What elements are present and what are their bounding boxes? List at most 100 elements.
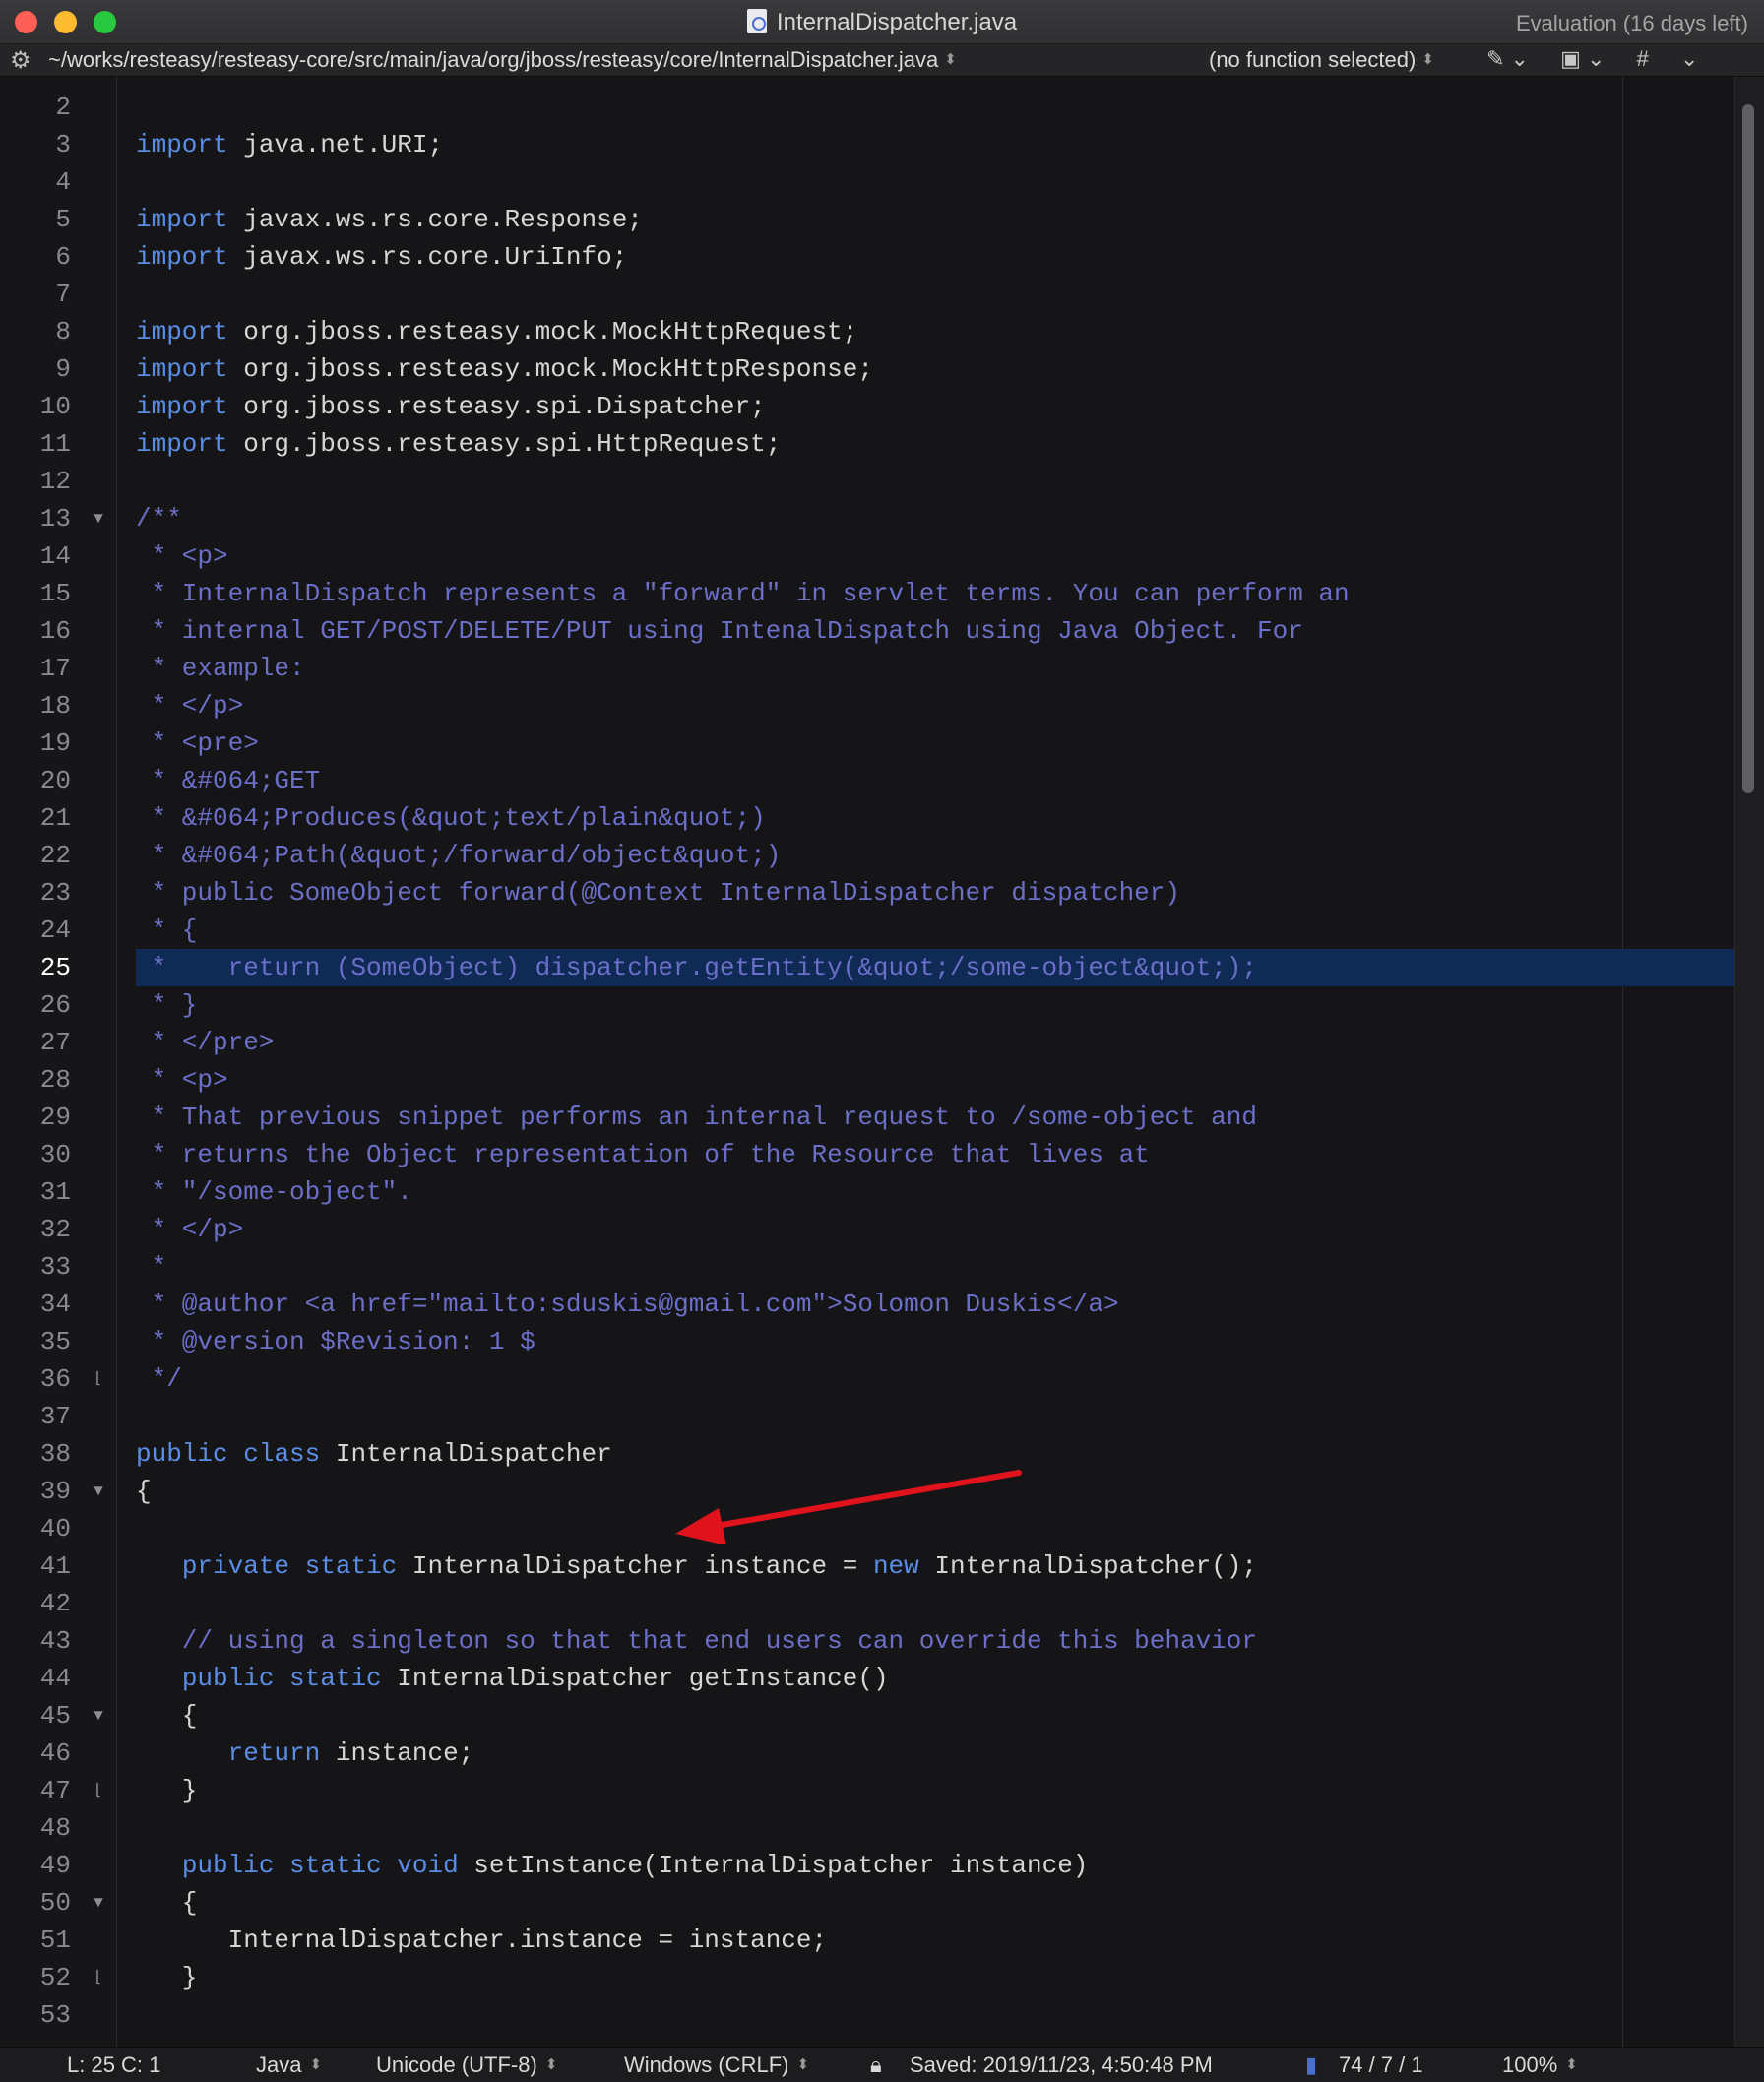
code-line[interactable]: 35 * @version $Revision: 1 $ — [0, 1323, 1734, 1360]
line-number: 11 — [39, 429, 71, 459]
encoding-popup[interactable]: Unicode (UTF-8) ⬍ — [376, 2052, 557, 2078]
code-line[interactable]: 27 * </pre> — [0, 1024, 1734, 1061]
line-number: 40 — [39, 1514, 71, 1544]
code-text: import javax.ws.rs.core.UriInfo; — [136, 238, 1734, 276]
fold-triangle-icon[interactable]: ▼ — [91, 1473, 106, 1510]
code-text: { — [136, 1884, 1734, 1922]
document-icon[interactable]: ▮ — [1305, 2052, 1317, 2078]
code-line[interactable]: 23 * public SomeObject forward(@Context … — [0, 874, 1734, 912]
function-popup[interactable]: (no function selected) ⬍ — [1209, 47, 1434, 73]
code-line[interactable]: 41 private static InternalDispatcher ins… — [0, 1547, 1734, 1585]
code-line[interactable]: 17 * example: — [0, 650, 1734, 687]
line-endings-popup[interactable]: Windows (CRLF) ⬍ — [624, 2052, 809, 2078]
code-line[interactable]: 20 * &#064;GET — [0, 762, 1734, 799]
line-number: 36 — [39, 1364, 71, 1394]
cursor-position[interactable]: L: 25 C: 1 — [67, 2052, 160, 2078]
pencil-icon[interactable]: ✎ ⌄ — [1486, 46, 1529, 71]
code-line[interactable]: 44 public static InternalDispatcher getI… — [0, 1660, 1734, 1697]
code-line[interactable]: 6 import javax.ws.rs.core.UriInfo; — [0, 238, 1734, 276]
zoom-popup[interactable]: 100% ⬍ — [1502, 2052, 1578, 2078]
code-line[interactable]: 50 ▼ { — [0, 1884, 1734, 1922]
hash-text: # — [1636, 46, 1649, 71]
code-line[interactable]: 53 — [0, 1996, 1734, 2034]
hash-popup[interactable]: # ⌄ — [1637, 46, 1699, 71]
code-line[interactable]: 13 ▼ /** — [0, 500, 1734, 537]
code-text: */ — [136, 1360, 1734, 1398]
code-line[interactable]: 47 ⌊ } — [0, 1772, 1734, 1809]
code-line[interactable]: 28 * <p> — [0, 1061, 1734, 1099]
line-number: 23 — [39, 878, 71, 908]
fold-triangle-icon[interactable]: ▼ — [91, 1884, 106, 1922]
code-line[interactable]: 16 * internal GET/POST/DELETE/PUT using … — [0, 612, 1734, 650]
file-path-popup[interactable]: ~/works/resteasy/resteasy-core/src/main/… — [48, 47, 957, 73]
code-line[interactable]: 2 — [0, 89, 1734, 126]
code-line[interactable]: 10 import org.jboss.resteasy.spi.Dispatch… — [0, 388, 1734, 425]
code-line-current[interactable]: 25 * return (SomeObject) dispatcher.getE… — [0, 949, 1734, 986]
code-line[interactable]: 48 — [0, 1809, 1734, 1847]
code-line[interactable]: 8 import org.jboss.resteasy.mock.MockHttp… — [0, 313, 1734, 350]
fold-triangle-icon[interactable]: ▼ — [91, 500, 106, 537]
line-number: 52 — [39, 1963, 71, 1992]
fold-triangle-icon[interactable]: ▼ — [91, 1697, 106, 1735]
comment-token: * public SomeObject forward(@Context Int… — [136, 878, 1180, 908]
code-text: // using a singleton so that that end us… — [136, 1622, 1734, 1660]
code-line[interactable]: 42 — [0, 1585, 1734, 1622]
code-line[interactable]: 7 — [0, 276, 1734, 313]
code-line[interactable]: 29 * That previous snippet performs an i… — [0, 1099, 1734, 1136]
code-line[interactable]: 9 import org.jboss.resteasy.mock.MockHttp… — [0, 350, 1734, 388]
code-text: InternalDispatcher.instance = instance; — [136, 1922, 1734, 1959]
fold-end-icon[interactable]: ⌊ — [91, 1360, 106, 1398]
code-line[interactable]: 30 * returns the Object representation o… — [0, 1136, 1734, 1173]
code-line[interactable]: 11 import org.jboss.resteasy.spi.HttpRequ… — [0, 425, 1734, 463]
code-text: public static InternalDispatcher getInst… — [136, 1660, 1734, 1697]
code-line[interactable]: 34 * @author <a href="mailto:sduskis@gma… — [0, 1286, 1734, 1323]
keyword-token: static — [304, 1551, 398, 1581]
document-stats[interactable]: 74 / 7 / 1 — [1339, 2052, 1423, 2078]
code-line[interactable]: 18 * </p> — [0, 687, 1734, 725]
code-line[interactable]: 3 import java.net.URI; — [0, 126, 1734, 163]
code-line[interactable]: 24 * { — [0, 912, 1734, 949]
fold-end-icon[interactable]: ⌊ — [91, 1959, 106, 1996]
keyword-token: static — [289, 1851, 382, 1880]
code-line[interactable]: 37 — [0, 1398, 1734, 1435]
comment-token: * { — [136, 915, 198, 945]
fold-end-icon[interactable]: ⌊ — [91, 1772, 106, 1809]
code-line[interactable]: 32 * </p> — [0, 1211, 1734, 1248]
code-line[interactable]: 12 — [0, 463, 1734, 500]
doc-icon[interactable]: ▣ ⌄ — [1560, 46, 1605, 71]
line-number: 51 — [39, 1925, 71, 1955]
code-line[interactable]: 51 InternalDispatcher.instance = instanc… — [0, 1922, 1734, 1959]
code-token: instance; — [320, 1738, 474, 1768]
comment-token: * @version $Revision: 1 $ — [136, 1327, 536, 1356]
code-line[interactable]: 5 import javax.ws.rs.core.Response; — [0, 201, 1734, 238]
line-number: 48 — [39, 1813, 71, 1843]
code-line[interactable]: 4 — [0, 163, 1734, 201]
code-line[interactable]: 45 ▼ { — [0, 1697, 1734, 1735]
scrollbar-thumb[interactable] — [1742, 104, 1754, 793]
code-editor[interactable]: 2 3 import java.net.URI; 4 5 import javax.ws.… — [0, 77, 1764, 2047]
code-line[interactable]: 22 * &#064;Path(&quot;/forward/object&qu… — [0, 837, 1734, 874]
code-line[interactable]: 43 // using a singleton so that that end… — [0, 1622, 1734, 1660]
code-line[interactable]: 21 * &#064;Produces(&quot;text/plain&quo… — [0, 799, 1734, 837]
code-line[interactable]: 46 return instance; — [0, 1735, 1734, 1772]
code-line[interactable]: 49 public static void setInstance(Intern… — [0, 1847, 1734, 1884]
gear-icon[interactable]: ⚙ — [10, 46, 32, 75]
code-line[interactable]: 15 * InternalDispatch represents a "forw… — [0, 575, 1734, 612]
code-line[interactable]: 33 * — [0, 1248, 1734, 1286]
code-line[interactable]: 14 * <p> — [0, 537, 1734, 575]
code-line[interactable]: 31 * "/some-object". — [0, 1173, 1734, 1211]
lock-icon[interactable]: 🔒︎ — [870, 2052, 882, 2078]
comment-token: * </p> — [136, 1215, 244, 1244]
code-line[interactable]: 19 * <pre> — [0, 725, 1734, 762]
code-line[interactable]: 36 ⌊ */ — [0, 1360, 1734, 1398]
code-token: { — [136, 1701, 198, 1731]
line-number: 21 — [39, 803, 71, 833]
code-line[interactable]: 26 * } — [0, 986, 1734, 1024]
language-popup[interactable]: Java ⬍ — [256, 2052, 322, 2078]
code-text: import org.jboss.resteasy.mock.MockHttpR… — [136, 350, 1734, 388]
comment-token: * That previous snippet performs an inte… — [136, 1103, 1257, 1132]
line-number: 53 — [39, 2000, 71, 2030]
code-line[interactable]: 52 ⌊ } — [0, 1959, 1734, 1996]
